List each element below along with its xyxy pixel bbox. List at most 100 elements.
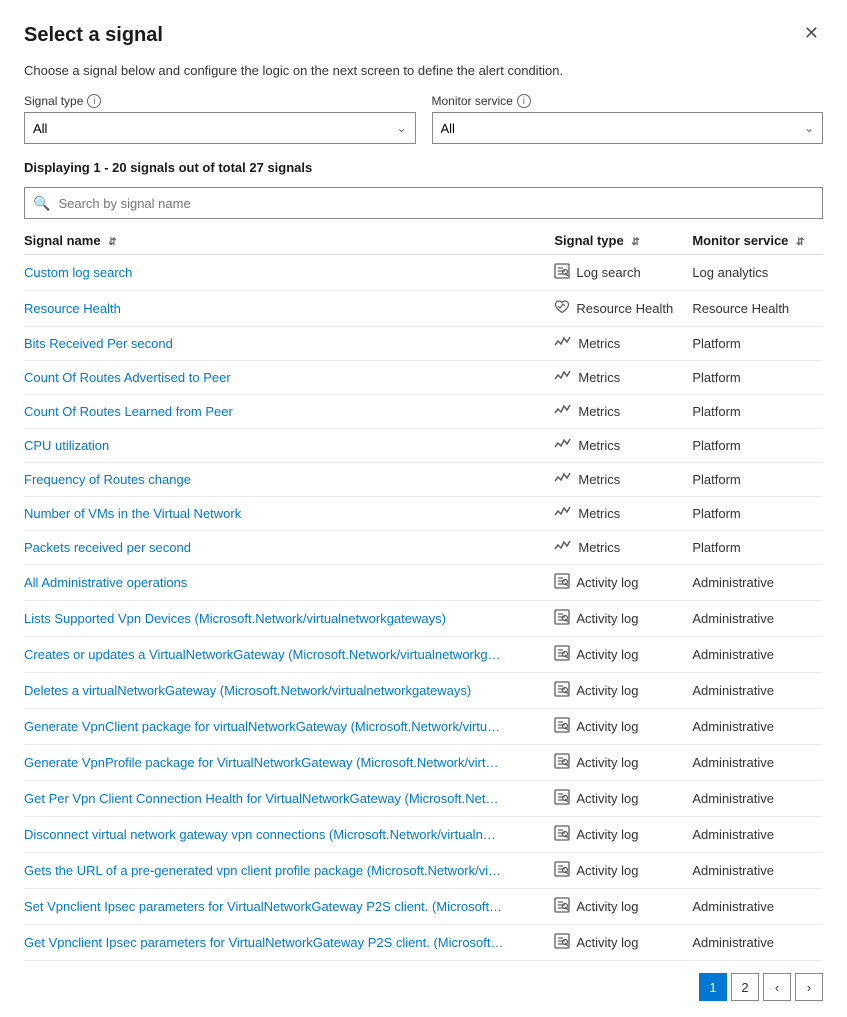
search-icon: 🔍 — [33, 195, 50, 212]
next-page-button[interactable]: › — [795, 973, 823, 1001]
table-row: Number of VMs in the Virtual Network Met… — [24, 497, 823, 531]
table-row: Bits Received Per second MetricsPlatform — [24, 327, 823, 361]
table-row: Frequency of Routes change MetricsPlatfo… — [24, 463, 823, 497]
signal-name-link[interactable]: Count Of Routes Advertised to Peer — [24, 370, 231, 385]
monitor-service-info-icon[interactable]: i — [517, 94, 531, 108]
table-row: Gets the URL of a pre-generated vpn clie… — [24, 853, 823, 889]
description: Choose a signal below and configure the … — [24, 63, 823, 78]
monitor-service-cell: Platform — [692, 497, 823, 531]
signal-name-link[interactable]: Get Vpnclient Ipsec parameters for Virtu… — [24, 935, 504, 950]
page-1-button[interactable]: 1 — [699, 973, 727, 1001]
signal-type-text: Metrics — [578, 438, 620, 453]
monitor-service-group: Monitor service i All Platform Log analy… — [432, 94, 824, 144]
signal-name-link[interactable]: CPU utilization — [24, 438, 109, 453]
signal-name-link[interactable]: Custom log search — [24, 265, 132, 280]
monitor-service-cell: Administrative — [692, 565, 823, 601]
signal-name-link[interactable]: Lists Supported Vpn Devices (Microsoft.N… — [24, 611, 446, 626]
monitor-service-cell: Platform — [692, 429, 823, 463]
monitor-service-cell: Platform — [692, 463, 823, 497]
table-row: Set Vpnclient Ipsec parameters for Virtu… — [24, 889, 823, 925]
signal-type-sort-icon[interactable]: ⇵ — [631, 237, 639, 248]
signal-type-select[interactable]: All Metrics Log search Activity log Reso… — [25, 113, 415, 143]
signal-type-text: Metrics — [578, 540, 620, 555]
signal-name-link[interactable]: Generate VpnClient package for virtualNe… — [24, 719, 500, 734]
search-wrapper[interactable]: 🔍 — [24, 187, 823, 219]
signal-name-link[interactable]: Set Vpnclient Ipsec parameters for Virtu… — [24, 899, 502, 914]
signal-name-link[interactable]: Creates or updates a VirtualNetworkGatew… — [24, 647, 501, 662]
signal-type-text: Log search — [576, 265, 640, 280]
signal-name-link[interactable]: Count Of Routes Learned from Peer — [24, 404, 233, 419]
signal-name-link[interactable]: All Administrative operations — [24, 575, 187, 590]
signal-name-sort-icon[interactable]: ⇵ — [108, 237, 116, 248]
metrics-icon — [554, 403, 572, 420]
monitor-service-select[interactable]: All Platform Log analytics Resource Heal… — [433, 113, 823, 143]
monitor-service-cell: Administrative — [692, 673, 823, 709]
panel-header: Select a signal ✕ — [24, 24, 823, 47]
activity-log-icon — [554, 825, 570, 844]
monitor-service-sort-icon[interactable]: ⇵ — [796, 237, 804, 248]
activity-log-icon — [554, 573, 570, 592]
close-button[interactable]: ✕ — [800, 24, 823, 42]
table-row: Custom log search Log search Log analytic… — [24, 255, 823, 291]
signal-name-link[interactable]: Generate VpnProfile package for VirtualN… — [24, 755, 498, 770]
signal-name-link[interactable]: Deletes a virtualNetworkGateway (Microso… — [24, 683, 471, 698]
filters-row: Signal type i All Metrics Log search Act… — [24, 94, 823, 144]
signal-name-link[interactable]: Get Per Vpn Client Connection Health for… — [24, 791, 498, 806]
signal-name-link[interactable]: Gets the URL of a pre-generated vpn clie… — [24, 863, 501, 878]
table-row: Resource Health Resource HealthResource … — [24, 291, 823, 327]
signal-type-text: Metrics — [578, 404, 620, 419]
signal-type-text: Activity log — [576, 611, 638, 626]
monitor-service-cell: Administrative — [692, 745, 823, 781]
signal-name-link[interactable]: Number of VMs in the Virtual Network — [24, 506, 241, 521]
monitor-service-select-wrapper[interactable]: All Platform Log analytics Resource Heal… — [432, 112, 824, 144]
col-signal-type: Signal type ⇵ — [554, 227, 692, 255]
panel: Select a signal ✕ Choose a signal below … — [0, 0, 847, 1017]
activity-log-icon — [554, 681, 570, 700]
signal-type-text: Activity log — [576, 899, 638, 914]
monitor-service-cell: Administrative — [692, 781, 823, 817]
table-header-row: Signal name ⇵ Signal type ⇵ Monitor serv… — [24, 227, 823, 255]
activity-log-icon — [554, 609, 570, 628]
signal-name-link[interactable]: Frequency of Routes change — [24, 472, 191, 487]
metrics-icon — [554, 369, 572, 386]
monitor-service-cell: Platform — [692, 531, 823, 565]
monitor-service-cell: Platform — [692, 395, 823, 429]
table-row: Count Of Routes Learned from Peer Metric… — [24, 395, 823, 429]
signal-name-link[interactable]: Packets received per second — [24, 540, 191, 555]
monitor-service-cell: Administrative — [692, 817, 823, 853]
metrics-icon — [554, 335, 572, 352]
col-signal-name: Signal name ⇵ — [24, 227, 554, 255]
signal-type-text: Activity log — [576, 683, 638, 698]
signal-type-select-wrapper[interactable]: All Metrics Log search Activity log Reso… — [24, 112, 416, 144]
pagination: 1 2 ‹ › — [24, 973, 823, 1001]
signal-type-text: Activity log — [576, 827, 638, 842]
activity-log-icon — [554, 933, 570, 952]
signal-type-text: Activity log — [576, 791, 638, 806]
page-2-button[interactable]: 2 — [731, 973, 759, 1001]
table-row: All Administrative operations Activity l… — [24, 565, 823, 601]
table-row: Generate VpnProfile package for VirtualN… — [24, 745, 823, 781]
monitor-service-cell: Administrative — [692, 637, 823, 673]
signal-name-link[interactable]: Disconnect virtual network gateway vpn c… — [24, 827, 496, 842]
signal-type-text: Activity log — [576, 755, 638, 770]
metrics-icon — [554, 539, 572, 556]
signal-type-info-icon[interactable]: i — [87, 94, 101, 108]
table-row: Generate VpnClient package for virtualNe… — [24, 709, 823, 745]
table-row: Lists Supported Vpn Devices (Microsoft.N… — [24, 601, 823, 637]
monitor-service-cell: Administrative — [692, 889, 823, 925]
signal-type-text: Activity log — [576, 935, 638, 950]
col-monitor-service: Monitor service ⇵ — [692, 227, 823, 255]
monitor-service-cell: Log analytics — [692, 255, 823, 291]
monitor-service-cell: Platform — [692, 361, 823, 395]
table-row: CPU utilization Metrics Platform — [24, 429, 823, 463]
signal-name-link[interactable]: Bits Received Per second — [24, 336, 173, 351]
signal-type-text: Activity log — [576, 575, 638, 590]
signals-table: Signal name ⇵ Signal type ⇵ Monitor serv… — [24, 227, 823, 961]
table-row: Creates or updates a VirtualNetworkGatew… — [24, 637, 823, 673]
signal-name-link[interactable]: Resource Health — [24, 301, 121, 316]
prev-page-button[interactable]: ‹ — [763, 973, 791, 1001]
monitor-service-label: Monitor service i — [432, 94, 824, 108]
activity-log-icon — [554, 789, 570, 808]
signal-type-text: Activity log — [576, 863, 638, 878]
search-input[interactable] — [58, 196, 814, 211]
